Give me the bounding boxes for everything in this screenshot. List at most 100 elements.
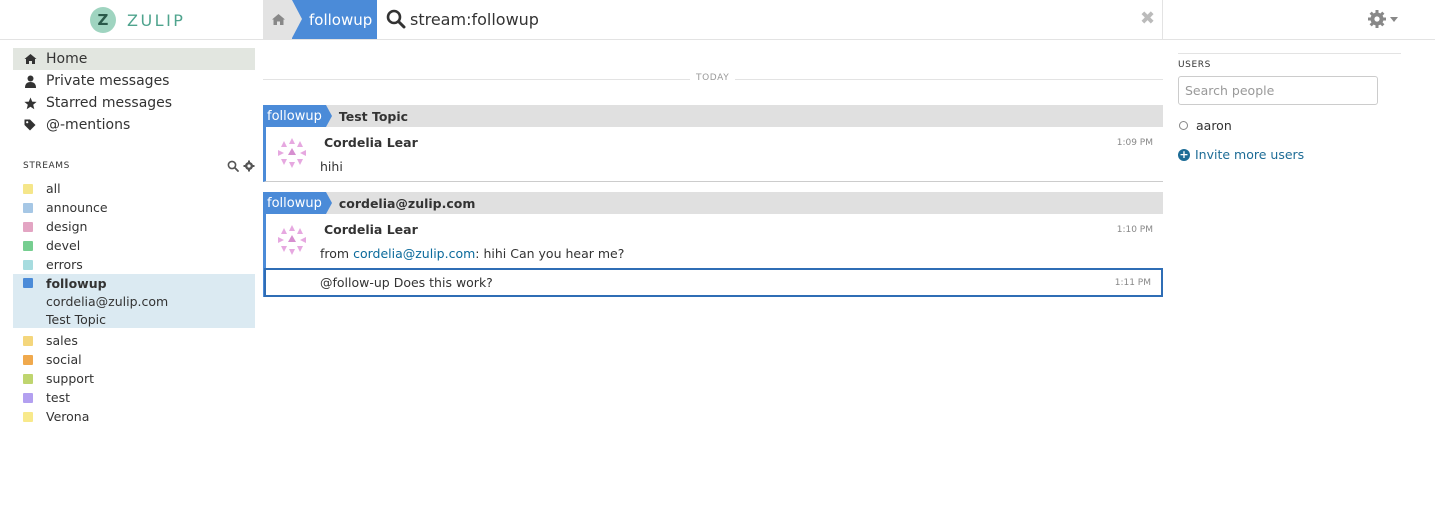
recipient-topic-link[interactable]: cordelia@zulip.com [339, 196, 476, 211]
filter-label: Starred messages [46, 95, 173, 111]
filter-label: Home [46, 51, 88, 67]
tag-icon [23, 118, 37, 132]
stream-item-devel[interactable]: devel [13, 236, 255, 255]
topic-item-test-topic[interactable]: Test Topic [13, 310, 255, 328]
user-search-input[interactable] [1178, 76, 1378, 105]
stream-color-swatch [23, 335, 33, 346]
stream-color-swatch [23, 278, 33, 288]
filter-label: Private messages [46, 73, 170, 89]
message-group: Cordelia Lear 1:09 PM hihi [263, 127, 1163, 182]
recipient-topic-link[interactable]: Test Topic [339, 109, 408, 124]
stream-color-swatch [23, 354, 33, 365]
stream-list: all announce design devel errors followu… [13, 179, 255, 426]
home-icon [271, 14, 285, 25]
stream-name: support [46, 371, 94, 386]
stream-name: Verona [46, 409, 90, 424]
selected-message-row[interactable]: 1:11 PM @follow-up Does this work? [264, 268, 1163, 297]
logo-letter: Z [97, 11, 109, 29]
stream-item-followup[interactable]: followup [13, 274, 255, 292]
chevron-down-icon [1390, 16, 1398, 22]
right-sidebar: USERS aaron + Invite more users [1178, 53, 1401, 162]
users-header: USERS [1178, 60, 1211, 70]
message-content: from cordelia@zulip.com: hihi Can you he… [320, 246, 624, 261]
top-navbar: Z ZULIP followup ✖ [0, 0, 1435, 40]
stream-name: test [46, 390, 71, 405]
stream-name: devel [46, 238, 81, 253]
message-content: hihi [320, 159, 343, 174]
filter-starred-messages[interactable]: Starred messages [13, 92, 255, 114]
stream-item-test[interactable]: test [13, 388, 255, 407]
search-input[interactable] [410, 7, 1130, 31]
plus-circle-icon: + [1178, 147, 1190, 161]
date-label: TODAY [690, 73, 736, 83]
user-name: aaron [1196, 118, 1232, 133]
recipient-stream-link[interactable]: followup [263, 192, 332, 214]
header-divider [1162, 0, 1163, 39]
zulip-logo-icon: Z [90, 7, 116, 33]
stream-color-swatch [23, 202, 33, 213]
recipient-bar: followup cordelia@zulip.com [263, 192, 1163, 214]
gear-icon [1368, 10, 1386, 28]
stream-item-social[interactable]: social [13, 350, 255, 369]
stream-item-sales[interactable]: sales [13, 331, 255, 350]
stream-item-support[interactable]: support [13, 369, 255, 388]
stream-item-announce[interactable]: announce [13, 198, 255, 217]
invite-more-users-link[interactable]: + Invite more users [1178, 147, 1401, 162]
stream-item-verona[interactable]: Verona [13, 407, 255, 426]
message-row[interactable]: Cordelia Lear 1:09 PM hihi [266, 127, 1163, 181]
search-icon[interactable] [227, 160, 239, 172]
filter-home[interactable]: Home [13, 48, 255, 70]
filter-label: @-mentions [46, 117, 131, 133]
message-timestamp[interactable]: 1:10 PM [1117, 225, 1153, 235]
settings-dropdown-button[interactable] [1367, 9, 1398, 29]
stream-name: social [46, 352, 82, 367]
search-icon[interactable] [386, 9, 406, 29]
user-icon [23, 74, 37, 88]
stream-item-design[interactable]: design [13, 217, 255, 236]
stream-color-swatch [23, 240, 33, 251]
stream-color-swatch [23, 411, 33, 422]
stream-name: followup [46, 275, 107, 291]
filter-private-messages[interactable]: Private messages [13, 70, 255, 92]
topic-item-cordelia[interactable]: cordelia@zulip.com [13, 292, 255, 310]
avatar[interactable] [275, 223, 309, 257]
nav-home-button[interactable] [263, 0, 293, 39]
message-timestamp[interactable]: 1:09 PM [1117, 138, 1153, 148]
stream-name: all [46, 181, 61, 196]
presence-indicator-icon [1179, 121, 1188, 130]
email-link[interactable]: cordelia@zulip.com [353, 246, 475, 261]
gear-icon[interactable] [243, 160, 255, 172]
invite-label: Invite more users [1195, 147, 1305, 162]
message-row[interactable]: Cordelia Lear 1:10 PM from cordelia@zuli… [266, 214, 1163, 268]
user-item-aaron[interactable]: aaron [1178, 117, 1401, 134]
recipient-bar: followup Test Topic [263, 105, 1163, 127]
recipient-stream-link[interactable]: followup [263, 105, 332, 127]
stream-item-errors[interactable]: errors [13, 255, 255, 274]
home-icon [23, 52, 37, 66]
stream-name: design [46, 219, 88, 234]
message-sender[interactable]: Cordelia Lear [324, 135, 418, 150]
stream-color-swatch [23, 259, 33, 270]
message-timestamp[interactable]: 1:11 PM [1115, 278, 1151, 288]
content-text: : hihi Can you hear me? [475, 246, 625, 261]
streams-header: STREAMS [13, 158, 255, 174]
stream-name: sales [46, 333, 78, 348]
search-clear-icon[interactable]: ✖ [1140, 9, 1155, 29]
filter-mentions[interactable]: @-mentions [13, 114, 255, 136]
zulip-brand-link[interactable]: Z ZULIP [90, 6, 185, 34]
left-sidebar: Home Private messages Starred messages @… [13, 48, 255, 426]
message-content: @follow-up Does this work? [320, 275, 493, 290]
nav-stream-crumb[interactable]: followup [292, 0, 377, 39]
streams-title: STREAMS [23, 161, 70, 171]
stream-item-all[interactable]: all [13, 179, 255, 198]
user-list: aaron [1178, 117, 1401, 134]
breadcrumb-arrow [292, 0, 302, 38]
avatar[interactable] [275, 136, 309, 170]
topic-name: cordelia@zulip.com [46, 293, 169, 309]
message-sender[interactable]: Cordelia Lear [324, 222, 418, 237]
message-group: Cordelia Lear 1:10 PM from cordelia@zuli… [263, 214, 1163, 297]
content-text: from [320, 246, 354, 261]
stream-color-swatch [23, 373, 33, 384]
topic-name: Test Topic [46, 311, 107, 327]
stream-color-swatch [23, 221, 33, 232]
